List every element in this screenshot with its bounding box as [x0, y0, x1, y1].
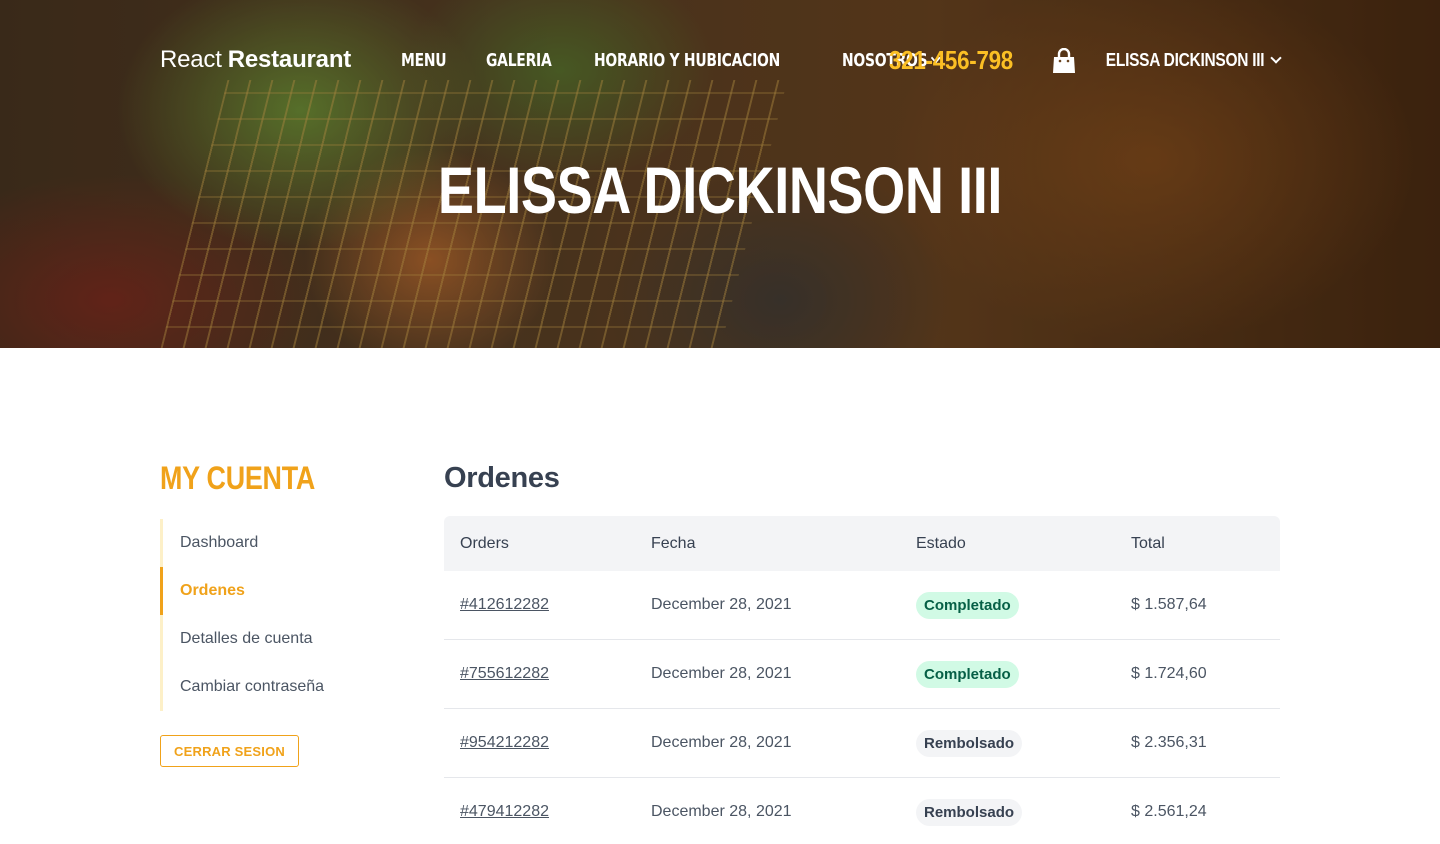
sidebar-item-change-password[interactable]: Cambiar contraseña [163, 663, 400, 711]
table-row: #479412282 December 28, 2021 Rembolsado … [444, 778, 1280, 844]
hero-banner: React Restaurant MENU GALERIA HORARIO Y … [0, 0, 1440, 348]
order-total: $ 1.724,60 [1131, 665, 1207, 682]
user-name: ELISSA DICKINSON III [1105, 49, 1264, 70]
order-date: December 28, 2021 [651, 596, 792, 613]
order-link[interactable]: #479412282 [460, 803, 549, 820]
brand-logo[interactable]: React Restaurant [160, 46, 351, 74]
column-header-fecha: Fecha [651, 534, 696, 552]
column-header-orders: Orders [460, 534, 509, 552]
phone-number[interactable]: 321-456-798 [889, 45, 1013, 76]
nav-link-horario[interactable]: HORARIO Y HUBICACION [594, 50, 780, 71]
table-header: Orders Fecha Estado Total [444, 516, 1280, 571]
shopping-bag-icon[interactable] [1052, 48, 1076, 74]
table-row: #954212282 December 28, 2021 Rembolsado … [444, 709, 1280, 778]
order-link[interactable]: #412612282 [460, 596, 549, 613]
brand-bold: Restaurant [227, 46, 352, 73]
table-row: #755612282 December 28, 2021 Completado … [444, 640, 1280, 709]
account-content: MY CUENTA Dashboard Ordenes Detalles de … [0, 348, 1440, 844]
order-link[interactable]: #954212282 [460, 734, 549, 751]
order-date: December 28, 2021 [651, 734, 792, 751]
sidebar-heading: MY CUENTA [160, 460, 316, 496]
order-link[interactable]: #755612282 [460, 665, 549, 682]
order-total: $ 1.587,64 [1131, 596, 1207, 613]
sidebar-item-ordenes[interactable]: Ordenes [160, 567, 400, 615]
table-row: #412612282 December 28, 2021 Completado … [444, 571, 1280, 640]
orders-table: Orders Fecha Estado Total #412612282 Dec… [444, 516, 1280, 844]
order-total: $ 2.561,24 [1131, 803, 1207, 820]
sidebar-item-dashboard[interactable]: Dashboard [163, 519, 400, 567]
orders-section: Ordenes Orders Fecha Estado Total #41261… [444, 460, 1280, 844]
order-date: December 28, 2021 [651, 665, 792, 682]
nav-link-menu[interactable]: MENU [401, 50, 447, 71]
user-dropdown[interactable]: ELISSA DICKINSON III [1080, 49, 1282, 71]
top-navigation: React Restaurant MENU GALERIA HORARIO Y … [160, 0, 1282, 120]
order-total: $ 2.356,31 [1131, 734, 1207, 751]
orders-title: Ordenes [444, 462, 560, 494]
logout-button[interactable]: CERRAR SESION [160, 735, 299, 767]
sidebar-item-account-details[interactable]: Detalles de cuenta [163, 615, 400, 663]
account-sidebar: MY CUENTA Dashboard Ordenes Detalles de … [160, 460, 400, 767]
status-badge: Completado [916, 591, 1019, 619]
page-title: ELISSA DICKINSON III [0, 152, 1440, 228]
order-date: December 28, 2021 [651, 803, 792, 820]
status-badge: Rembolsado [916, 729, 1023, 757]
column-header-estado: Estado [916, 534, 966, 552]
chevron-down-icon [1270, 51, 1282, 64]
status-badge: Completado [916, 660, 1019, 688]
sidebar-nav: Dashboard Ordenes Detalles de cuenta Cam… [160, 519, 400, 711]
main-menu: MENU GALERIA HORARIO Y HUBICACION NOSOTR… [401, 50, 955, 71]
status-badge: Rembolsado [916, 798, 1023, 826]
page-title-text: ELISSA DICKINSON III [437, 153, 1003, 227]
column-header-total: Total [1131, 534, 1165, 552]
nav-link-galeria[interactable]: GALERIA [486, 50, 552, 71]
brand-light: React [160, 46, 222, 73]
